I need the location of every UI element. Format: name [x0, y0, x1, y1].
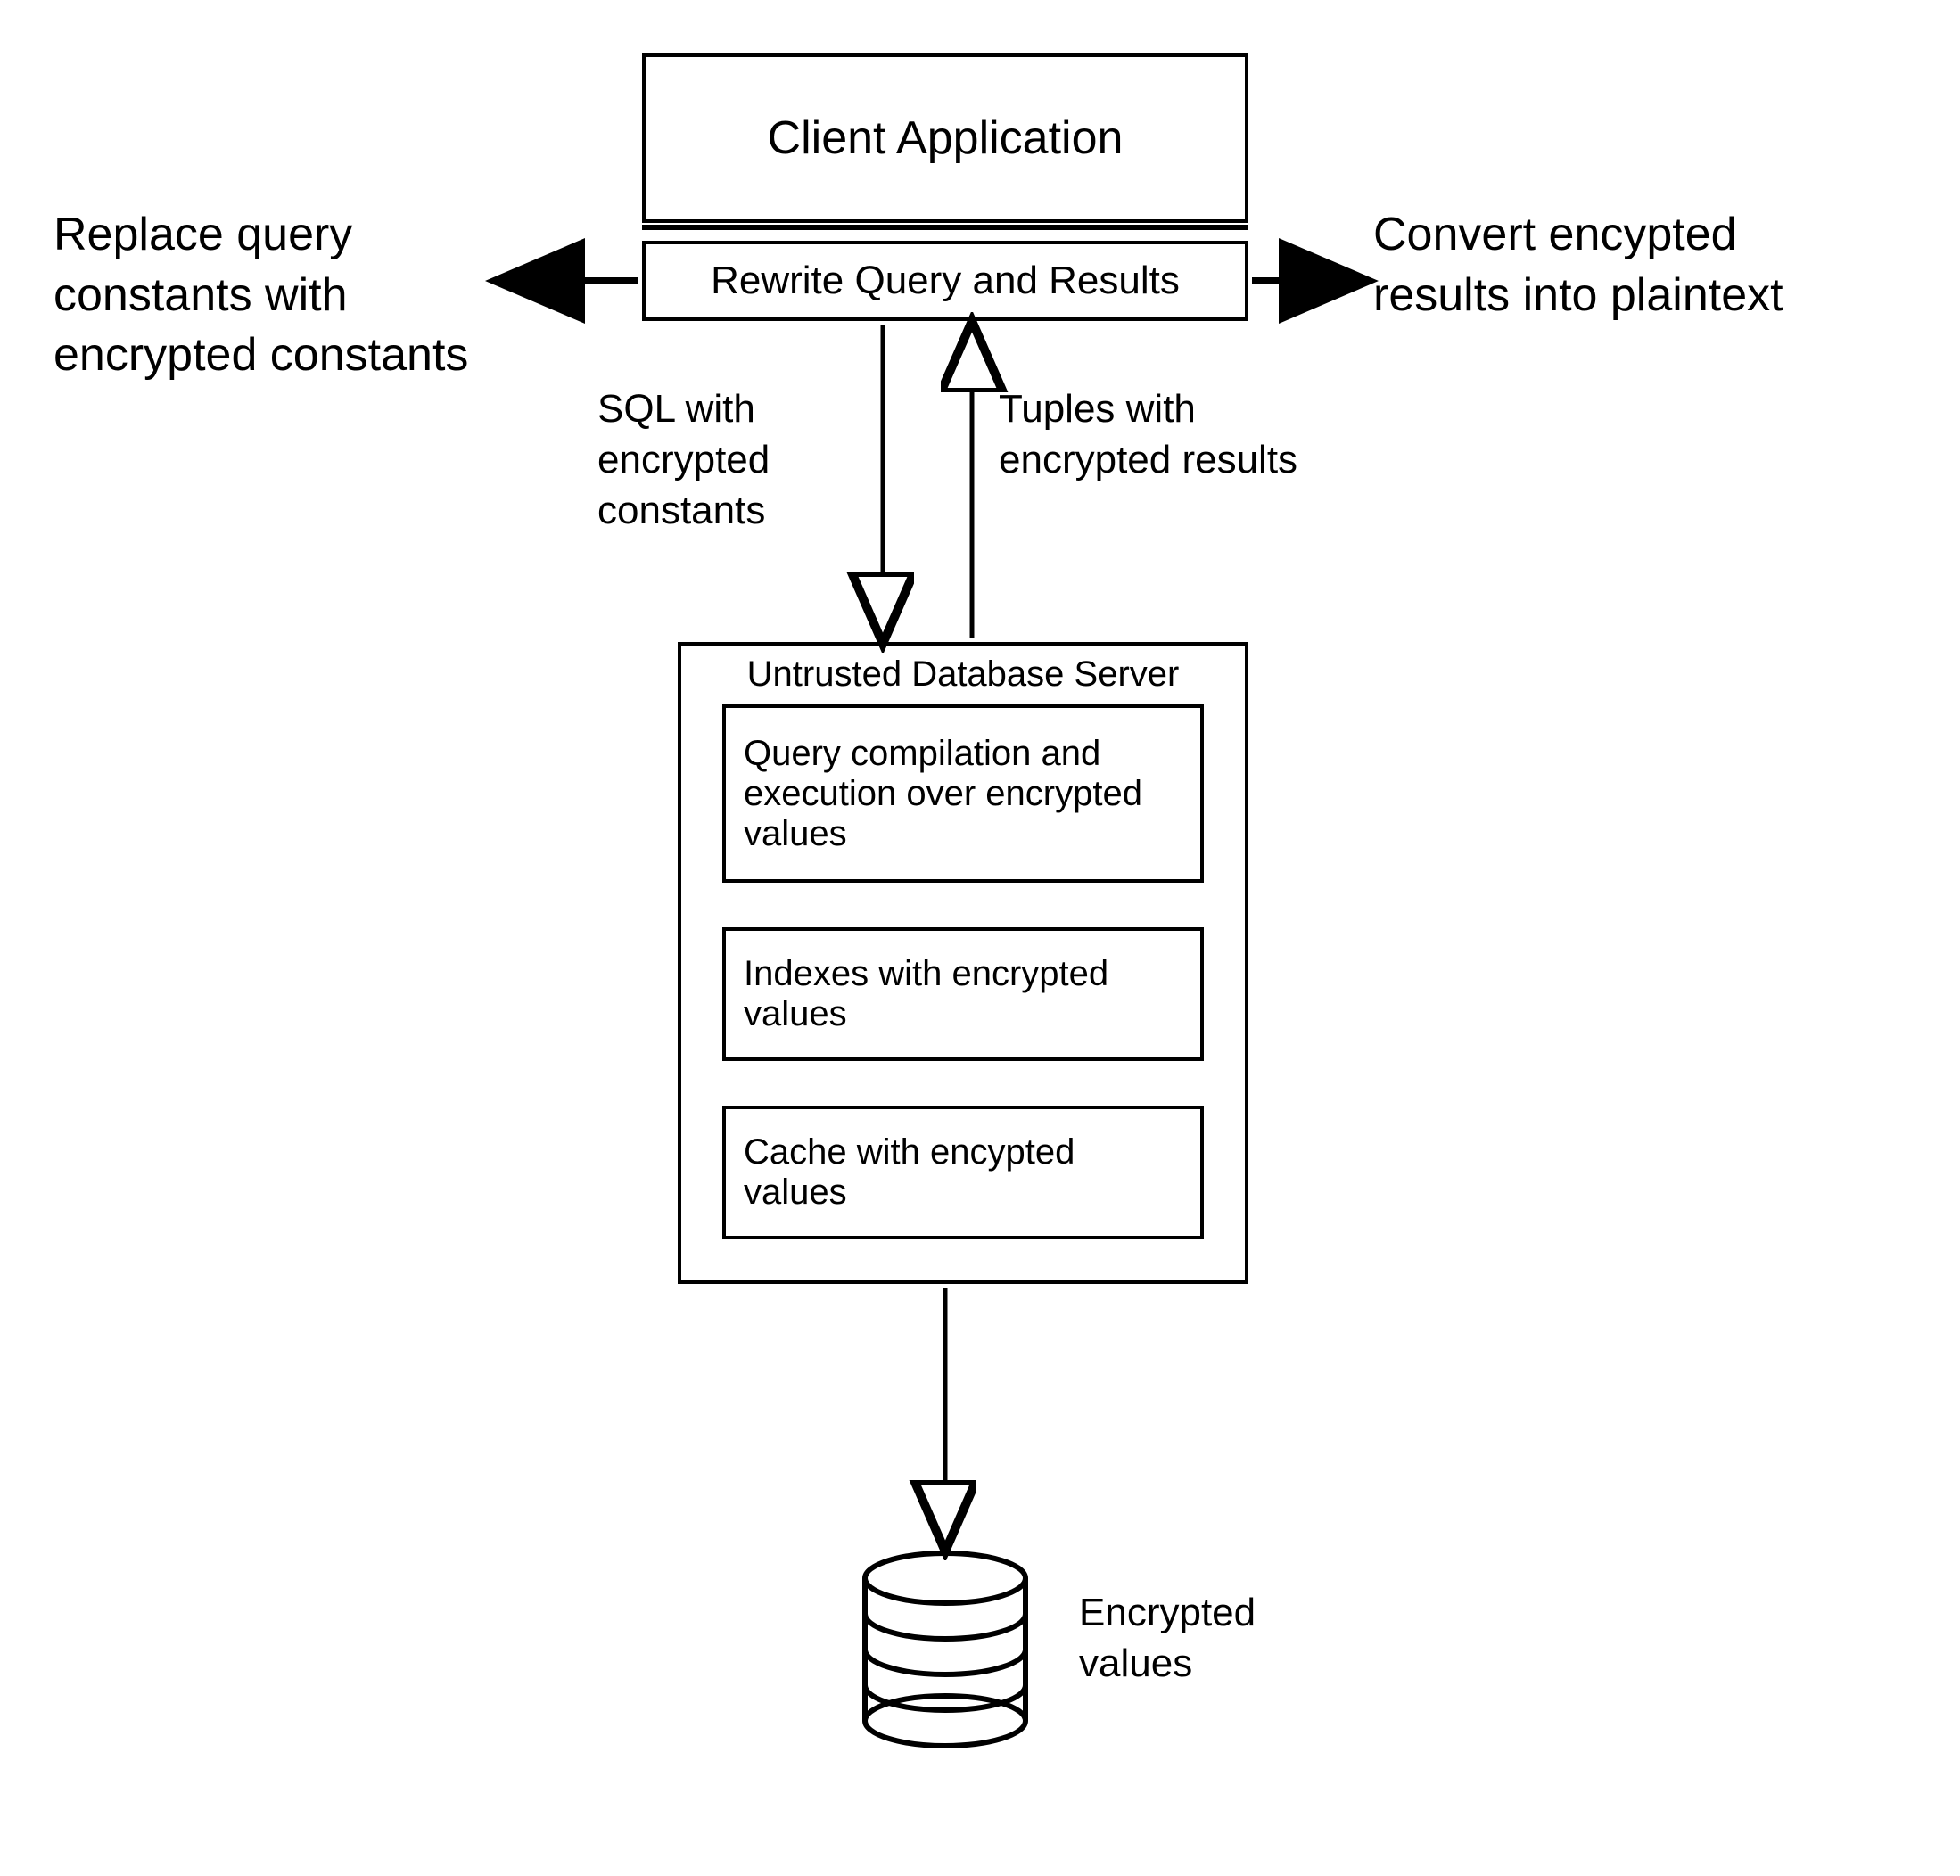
cache-box: Cache with encypted values [722, 1106, 1204, 1239]
query-execution-label: Query compilation and execution over enc… [744, 734, 1182, 854]
storage-label: Encrypted values [1079, 1587, 1346, 1689]
tuples-flow-label: Tuples with encrypted results [999, 383, 1338, 485]
query-execution-box: Query compilation and execution over enc… [722, 704, 1204, 883]
rewrite-query-box: Rewrite Query and Results [642, 241, 1248, 321]
indexes-label: Indexes with encrypted values [744, 954, 1182, 1034]
db-server-title: Untrusted Database Server [696, 651, 1231, 697]
left-annotation: Replace query constants with encrypted c… [54, 205, 553, 386]
client-application-box: Client Application [642, 53, 1248, 223]
right-annotation: Convert encypted results into plaintext [1373, 205, 1873, 325]
indexes-box: Indexes with encrypted values [722, 927, 1204, 1061]
cache-label: Cache with encypted values [744, 1132, 1182, 1213]
database-cylinder-icon [856, 1551, 1034, 1757]
divider-line [642, 225, 1248, 230]
sql-flow-label: SQL with encrypted constants [597, 383, 883, 537]
client-application-title: Client Application [768, 111, 1124, 165]
rewrite-query-label: Rewrite Query and Results [711, 259, 1180, 303]
